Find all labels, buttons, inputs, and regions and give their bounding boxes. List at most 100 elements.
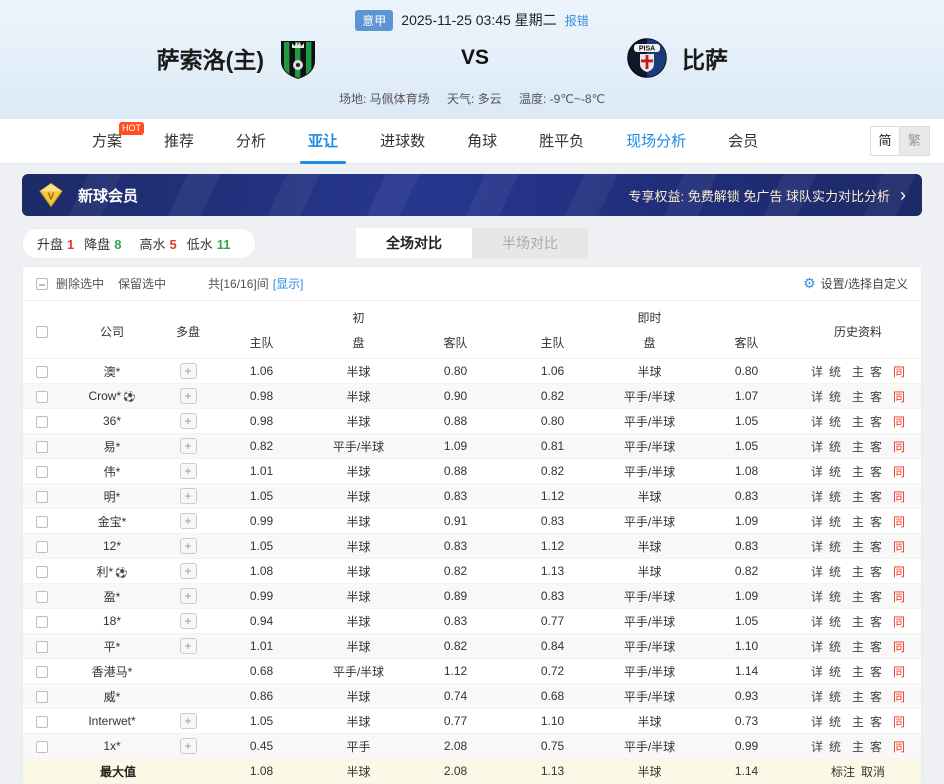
history-link-detail[interactable]: 详 [811, 615, 823, 629]
history-link-detail[interactable]: 详 [811, 740, 823, 754]
history-link-stats[interactable]: 统 [829, 640, 841, 654]
company-cell[interactable]: 1x* [61, 734, 163, 759]
history-link-stats[interactable]: 统 [829, 565, 841, 579]
company-cell[interactable]: 12* [61, 534, 163, 559]
row-checkbox[interactable] [36, 591, 48, 603]
company-cell[interactable]: 金宝* [61, 509, 163, 534]
history-link-home[interactable]: 主 [852, 415, 864, 429]
history-link-stats[interactable]: 统 [829, 390, 841, 404]
nav-tab[interactable]: 方案HOT [92, 119, 122, 164]
company-cell[interactable]: 威* [61, 684, 163, 709]
history-link-home[interactable]: 主 [852, 615, 864, 629]
row-checkbox[interactable] [36, 366, 48, 378]
row-checkbox[interactable] [36, 491, 48, 503]
history-link-home[interactable]: 主 [852, 540, 864, 554]
history-link-same[interactable]: 同 [893, 740, 905, 754]
vip-benefits-link[interactable]: 专享权益: 免费解锁 免广告 球队实力对比分析 › [629, 186, 906, 205]
history-link-detail[interactable]: 详 [811, 690, 823, 704]
multi-odds-button[interactable]: + [180, 363, 197, 379]
row-checkbox[interactable] [36, 416, 48, 428]
history-link-away[interactable]: 客 [870, 690, 882, 704]
history-link-same[interactable]: 同 [893, 690, 905, 704]
history-link-home[interactable]: 主 [852, 440, 864, 454]
company-cell[interactable]: 利*⚽ [61, 559, 163, 584]
history-link-detail[interactable]: 详 [811, 565, 823, 579]
nav-tab[interactable]: 胜平负 [539, 119, 584, 164]
nav-tab[interactable]: 亚让 [308, 119, 338, 164]
history-link-away[interactable]: 客 [870, 415, 882, 429]
history-link-stats[interactable]: 统 [829, 515, 841, 529]
history-link-away[interactable]: 客 [870, 490, 882, 504]
row-checkbox[interactable] [36, 641, 48, 653]
history-link-home[interactable]: 主 [852, 490, 864, 504]
company-cell[interactable]: 香港马* [61, 659, 163, 684]
history-link-stats[interactable]: 统 [829, 465, 841, 479]
history-link-away[interactable]: 客 [870, 715, 882, 729]
multi-odds-button[interactable]: + [180, 713, 197, 729]
row-checkbox[interactable] [36, 391, 48, 403]
row-checkbox[interactable] [36, 716, 48, 728]
history-link-same[interactable]: 同 [893, 640, 905, 654]
lang-button[interactable]: 简 [870, 126, 900, 156]
history-link-home[interactable]: 主 [852, 740, 864, 754]
delete-selected-button[interactable]: 删除选中 [56, 275, 104, 292]
nav-tab[interactable]: 角球 [467, 119, 497, 164]
company-cell[interactable]: 伟* [61, 459, 163, 484]
history-link-away[interactable]: 客 [870, 440, 882, 454]
vip-banner[interactable]: V 新球会员 专享权益: 免费解锁 免广告 球队实力对比分析 › [22, 174, 922, 216]
history-link-stats[interactable]: 统 [829, 440, 841, 454]
history-link-detail[interactable]: 详 [811, 415, 823, 429]
history-link-home[interactable]: 主 [852, 640, 864, 654]
history-link-detail[interactable]: 详 [811, 540, 823, 554]
history-link-stats[interactable]: 统 [829, 715, 841, 729]
history-link-detail[interactable]: 详 [811, 490, 823, 504]
view-tab[interactable]: 半场对比 [472, 228, 588, 258]
lang-button[interactable]: 繁 [900, 126, 930, 156]
history-link-home[interactable]: 主 [852, 390, 864, 404]
row-checkbox[interactable] [36, 516, 48, 528]
history-link-detail[interactable]: 详 [811, 590, 823, 604]
multi-odds-button[interactable]: + [180, 613, 197, 629]
history-link-away[interactable]: 客 [870, 615, 882, 629]
history-link-detail[interactable]: 详 [811, 465, 823, 479]
mark-button[interactable]: 标注 [831, 765, 855, 779]
history-link-home[interactable]: 主 [852, 515, 864, 529]
history-link-away[interactable]: 客 [870, 640, 882, 654]
view-tab[interactable]: 全场对比 [356, 228, 472, 258]
history-link-away[interactable]: 客 [870, 540, 882, 554]
history-link-home[interactable]: 主 [852, 465, 864, 479]
history-link-stats[interactable]: 统 [829, 690, 841, 704]
history-link-same[interactable]: 同 [893, 440, 905, 454]
multi-odds-button[interactable]: + [180, 413, 197, 429]
history-link-away[interactable]: 客 [870, 465, 882, 479]
company-cell[interactable]: 平* [61, 634, 163, 659]
history-link-detail[interactable]: 详 [811, 515, 823, 529]
company-cell[interactable]: 36* [61, 409, 163, 434]
history-link-same[interactable]: 同 [893, 540, 905, 554]
history-link-same[interactable]: 同 [893, 390, 905, 404]
history-link-same[interactable]: 同 [893, 415, 905, 429]
row-checkbox[interactable] [36, 441, 48, 453]
history-link-home[interactable]: 主 [852, 665, 864, 679]
row-checkbox[interactable] [36, 466, 48, 478]
history-link-stats[interactable]: 统 [829, 415, 841, 429]
history-link-home[interactable]: 主 [852, 590, 864, 604]
history-link-detail[interactable]: 详 [811, 390, 823, 404]
show-link[interactable]: [显示] [273, 275, 304, 292]
history-link-detail[interactable]: 详 [811, 365, 823, 379]
nav-tab[interactable]: 现场分析 [626, 119, 686, 164]
history-link-away[interactable]: 客 [870, 390, 882, 404]
history-link-home[interactable]: 主 [852, 715, 864, 729]
nav-tab[interactable]: 推荐 [164, 119, 194, 164]
history-link-stats[interactable]: 统 [829, 615, 841, 629]
history-link-stats[interactable]: 统 [829, 365, 841, 379]
multi-odds-button[interactable]: + [180, 463, 197, 479]
history-link-same[interactable]: 同 [893, 490, 905, 504]
company-cell[interactable]: 明* [61, 484, 163, 509]
row-checkbox[interactable] [36, 616, 48, 628]
row-checkbox[interactable] [36, 666, 48, 678]
multi-odds-button[interactable]: + [180, 638, 197, 654]
multi-odds-button[interactable]: + [180, 563, 197, 579]
row-checkbox[interactable] [36, 566, 48, 578]
history-link-stats[interactable]: 统 [829, 590, 841, 604]
